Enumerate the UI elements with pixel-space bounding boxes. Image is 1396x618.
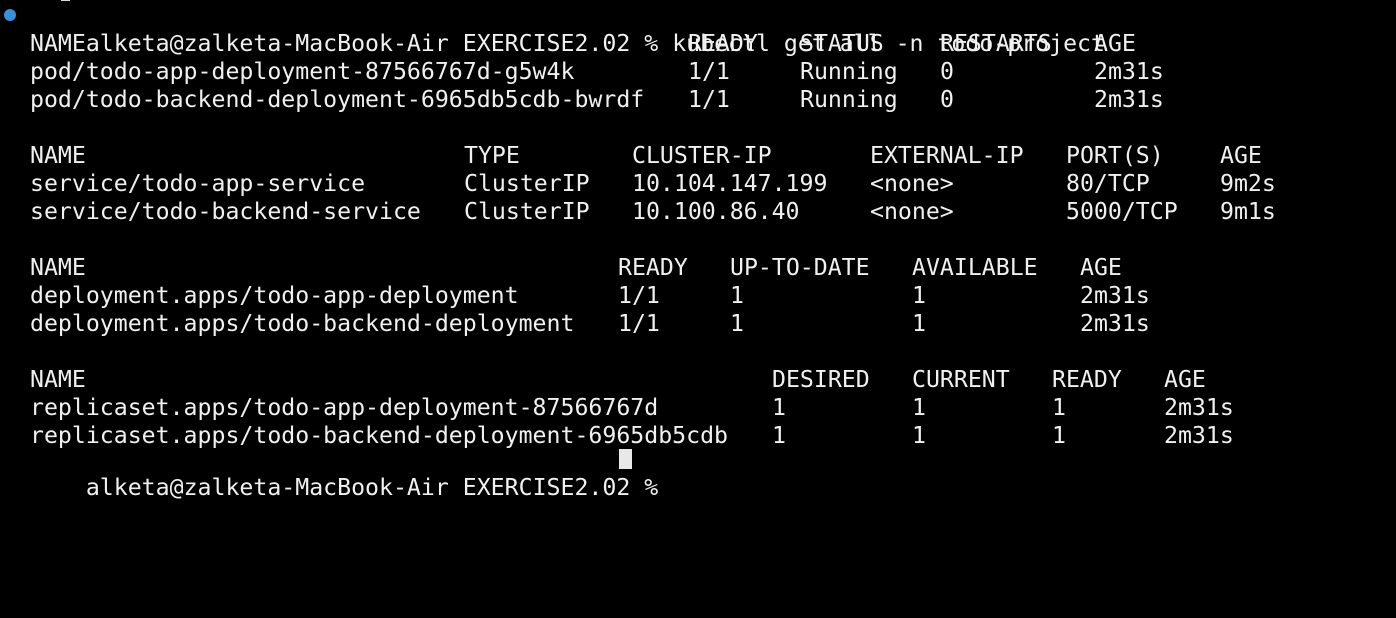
service-name: service/todo-backend-service (30, 198, 421, 225)
pod-status: Running (800, 58, 898, 85)
services-header-external-ip: EXTERNAL-IP (870, 142, 1024, 169)
command-status-icon (4, 9, 16, 21)
prompt-cwd: EXERCISE2.02 (462, 30, 631, 57)
deployments-header-age: AGE (1080, 254, 1122, 281)
deployment-age: 2m31s (1080, 282, 1150, 309)
service-name: service/todo-app-service (30, 170, 366, 197)
pods-header-status: STATUS (800, 30, 884, 57)
service-ports: 5000/TCP (1066, 198, 1178, 225)
prompt-user-host: alketa@zalketa-MacBook-Air (85, 30, 449, 57)
terminal-window[interactable]: alketa@zalketa-MacBook-Air EXERCISE2.02 … (0, 0, 1396, 501)
deployments-header-row: NAME READY UP-TO-DATE AVAILABLE AGE (30, 254, 1122, 282)
table-row: service/todo-backend-service ClusterIP 1… (30, 198, 1276, 226)
replicaset-ready: 1 (1052, 394, 1066, 421)
table-row: replicaset.apps/todo-app-deployment-8756… (30, 394, 1234, 422)
deployment-available: 1 (912, 310, 926, 337)
pod-age: 2m31s (1094, 86, 1164, 113)
pod-name: pod/todo-backend-deployment-6965db5cdb-b… (30, 86, 645, 113)
service-ports: 80/TCP (1066, 170, 1150, 197)
replicaset-current: 1 (912, 394, 926, 421)
replicaset-desired: 1 (772, 394, 786, 421)
replicaset-age: 2m31s (1164, 394, 1234, 421)
service-cluster-ip: 10.100.86.40 (632, 198, 800, 225)
replicasets-header-ready: READY (1052, 366, 1122, 393)
pod-age: 2m31s (1094, 58, 1164, 85)
deployment-ready: 1/1 (618, 282, 660, 309)
deployment-available: 1 (912, 282, 926, 309)
pod-restarts: 0 (940, 58, 954, 85)
table-row: pod/todo-app-deployment-87566767d-g5w4k … (30, 58, 1164, 86)
next-prompt-line: alketa@zalketa-MacBook-Air EXERCISE2.02 … (30, 446, 658, 501)
deployment-up-to-date: 1 (730, 282, 744, 309)
service-cluster-ip: 10.104.147.199 (632, 170, 828, 197)
pods-header-age: AGE (1094, 30, 1136, 57)
deployment-up-to-date: 1 (730, 310, 744, 337)
replicasets-header-age: AGE (1164, 366, 1206, 393)
replicaset-ready: 1 (1052, 422, 1066, 449)
pods-header-name: NAME (30, 30, 86, 57)
replicaset-current: 1 (912, 422, 926, 449)
deployment-age: 2m31s (1080, 310, 1150, 337)
text-cursor-icon (619, 449, 632, 469)
pods-header-row: NAME READY STATUS RESTARTS AGE (30, 30, 1136, 58)
table-row: pod/todo-backend-deployment-6965db5cdb-b… (30, 86, 1164, 114)
table-row: service/todo-app-service ClusterIP 10.10… (30, 170, 1276, 198)
deployments-header-ready: READY (618, 254, 688, 281)
previous-output-cursor-icon (61, 0, 70, 1)
pod-name: pod/todo-app-deployment-87566767d-g5w4k (30, 58, 575, 85)
replicaset-name: replicaset.apps/todo-app-deployment-8756… (30, 394, 659, 421)
services-header-name: NAME (30, 142, 86, 169)
replicaset-desired: 1 (772, 422, 786, 449)
deployment-name: deployment.apps/todo-backend-deployment (30, 310, 575, 337)
replicasets-header-row: NAME DESIRED CURRENT READY AGE (30, 366, 1206, 394)
prompt-line: alketa@zalketa-MacBook-Air EXERCISE2.02 … (30, 2, 1105, 57)
deployments-header-up-to-date: UP-TO-DATE (730, 254, 870, 281)
deployments-header-available: AVAILABLE (912, 254, 1038, 281)
service-age: 9m2s (1220, 170, 1276, 197)
pods-header-restarts: RESTARTS (940, 30, 1052, 57)
replicasets-header-current: CURRENT (912, 366, 1010, 393)
services-header-type: TYPE (464, 142, 520, 169)
services-header-age: AGE (1220, 142, 1262, 169)
services-header-cluster-ip: CLUSTER-IP (632, 142, 772, 169)
replicaset-age: 2m31s (1164, 422, 1234, 449)
next-prompt-text: alketa@zalketa-MacBook-Air EXERCISE2.02 … (85, 474, 659, 501)
table-row: deployment.apps/todo-backend-deployment … (30, 310, 1150, 338)
pod-ready: 1/1 (688, 86, 730, 113)
replicasets-header-name: NAME (30, 366, 86, 393)
pod-status: Running (800, 86, 898, 113)
services-header-row: NAME TYPE CLUSTER-IP EXTERNAL-IP PORT(S)… (30, 142, 1262, 170)
deployment-ready: 1/1 (618, 310, 660, 337)
service-type: ClusterIP (464, 170, 590, 197)
services-header-ports: PORT(S) (1066, 142, 1164, 169)
table-row: deployment.apps/todo-app-deployment 1/1 … (30, 282, 1150, 310)
service-external-ip: <none> (870, 198, 954, 225)
pod-restarts: 0 (940, 86, 954, 113)
deployments-header-name: NAME (30, 254, 86, 281)
deployment-name: deployment.apps/todo-app-deployment (30, 282, 519, 309)
pods-header-ready: READY (688, 30, 758, 57)
service-type: ClusterIP (464, 198, 590, 225)
service-age: 9m1s (1220, 198, 1276, 225)
pod-ready: 1/1 (688, 58, 730, 85)
replicasets-header-desired: DESIRED (772, 366, 870, 393)
prompt-symbol: % (644, 30, 659, 57)
service-external-ip: <none> (870, 170, 954, 197)
